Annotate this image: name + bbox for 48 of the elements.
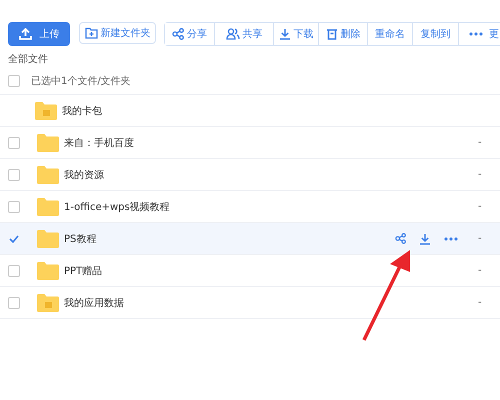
- folder-name[interactable]: 我的应用数据: [64, 296, 124, 310]
- folder-plus-icon: [84, 27, 98, 39]
- share-icon[interactable]: [395, 233, 406, 244]
- folder-name[interactable]: PPT赠品: [64, 264, 102, 278]
- folder-icon: [37, 262, 59, 280]
- file-size: -: [478, 265, 483, 276]
- more-icon: [469, 32, 483, 36]
- folder-name[interactable]: 我的资源: [64, 168, 104, 182]
- checkbox[interactable]: [8, 232, 20, 244]
- folder-icon: [37, 294, 59, 312]
- file-row[interactable]: PS教程 -: [0, 223, 500, 255]
- share-icon: [172, 28, 184, 40]
- people-icon: [226, 28, 240, 40]
- folder-name[interactable]: PS教程: [64, 232, 96, 246]
- file-size: -: [478, 137, 483, 148]
- upload-button[interactable]: 上传: [8, 22, 70, 46]
- folder-name[interactable]: 1-office+wps视频教程: [64, 200, 170, 214]
- download-icon: [278, 28, 290, 40]
- folder-name[interactable]: 我的卡包: [62, 104, 102, 118]
- file-row[interactable]: 我的资源 -: [0, 159, 500, 191]
- checkbox[interactable]: [8, 296, 20, 308]
- file-size: -: [478, 233, 483, 244]
- folder-icon: [35, 102, 57, 120]
- file-size: -: [478, 169, 483, 180]
- file-size: -: [478, 297, 483, 308]
- download-icon[interactable]: [419, 232, 431, 244]
- folder-icon: [37, 230, 59, 248]
- checkbox[interactable]: [8, 168, 20, 180]
- upload-icon: [18, 28, 32, 40]
- trash-icon: [326, 28, 338, 40]
- file-row[interactable]: 来自：手机百度 -: [0, 127, 500, 159]
- folder-name[interactable]: 来自：手机百度: [64, 136, 134, 150]
- folder-icon: [37, 166, 59, 184]
- more-icon[interactable]: [444, 236, 458, 240]
- new-folder-button[interactable]: 新建文件夹: [79, 22, 156, 44]
- file-row[interactable]: 我的卡包: [0, 95, 500, 127]
- checkbox[interactable]: [8, 136, 20, 148]
- more-button[interactable]: 更: [458, 23, 499, 45]
- checkbox[interactable]: [8, 264, 20, 276]
- breadcrumb[interactable]: 全部文件: [0, 52, 48, 68]
- selection-label: 已选中1个文件/文件夹: [31, 74, 131, 88]
- folder-icon: [37, 134, 59, 152]
- select-all-checkbox[interactable]: [8, 75, 20, 87]
- folder-icon: [37, 198, 59, 216]
- checkmark-icon: [9, 234, 19, 242]
- checkbox[interactable]: [8, 200, 20, 212]
- file-size: -: [478, 201, 483, 212]
- file-row[interactable]: 我的应用数据 -: [0, 287, 500, 319]
